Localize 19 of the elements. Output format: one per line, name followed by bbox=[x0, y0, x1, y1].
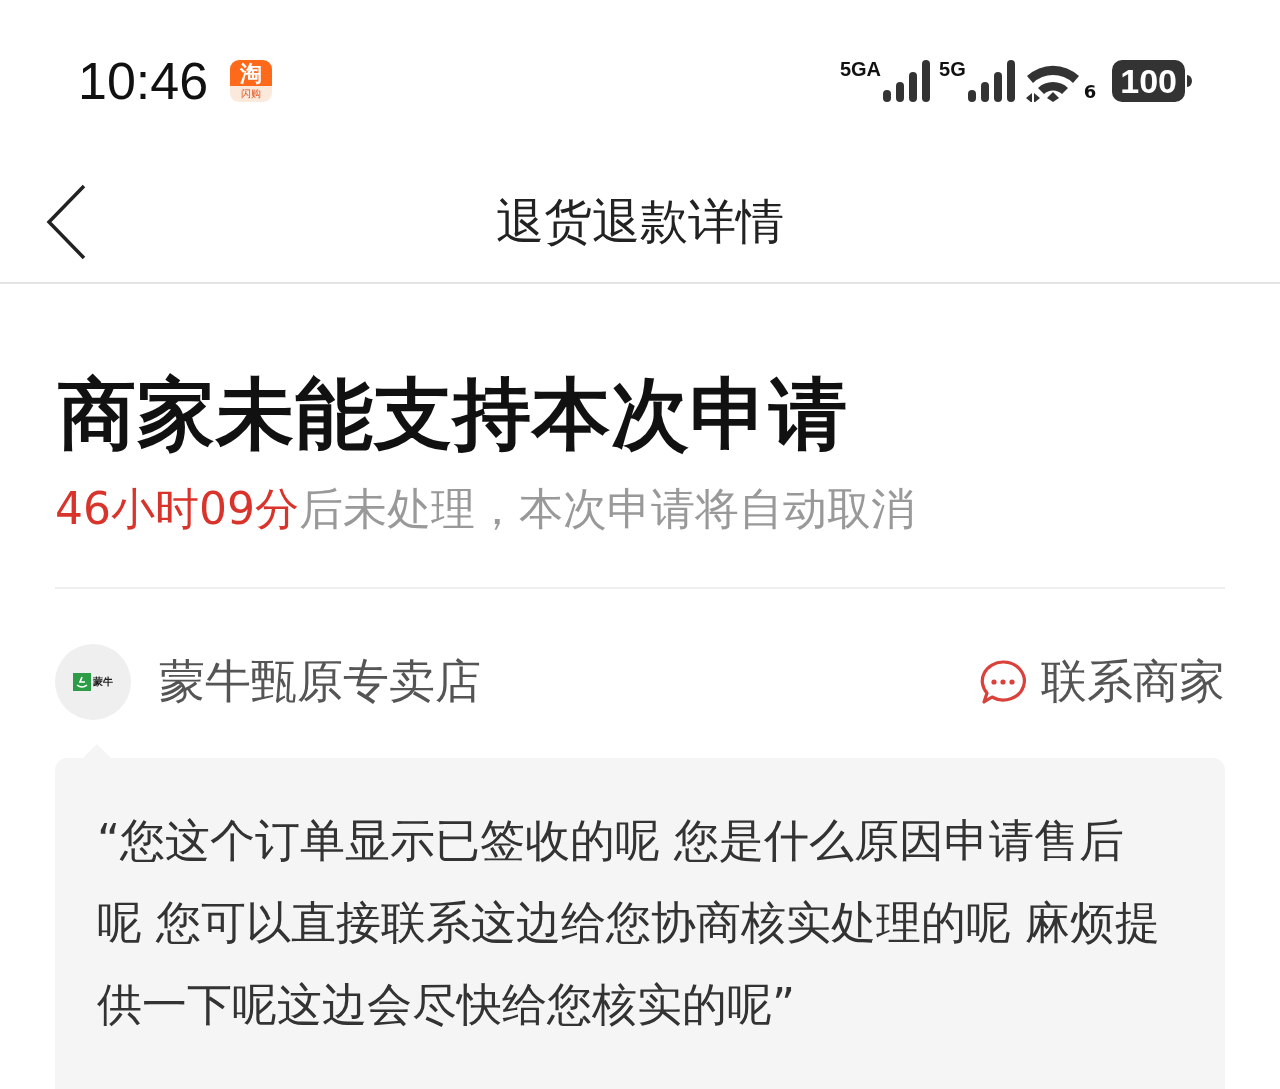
wifi-version-label: 6 bbox=[1083, 81, 1097, 102]
network-label: 5G bbox=[939, 58, 966, 81]
status-message: 后未处理，本次申请将自动取消 bbox=[299, 482, 915, 534]
store-name[interactable]: 蒙牛甄原专卖店 bbox=[159, 651, 481, 713]
signal-icon bbox=[967, 60, 1016, 102]
signal-icon bbox=[883, 60, 932, 102]
countdown-time: 46小时09分 bbox=[55, 482, 299, 534]
app-notification-icon: 淘 闪购 bbox=[230, 60, 273, 102]
battery-indicator: 100 bbox=[1112, 60, 1185, 102]
merchant-message: “您这个订单显示已签收的呢 您是什么原因申请售后呢 您可以直接联系这边给您协商核实处理的呢 麻烦提供一下呢这边会尽快给您核实的呢” bbox=[97, 814, 1162, 1032]
status-title: 商家未能支持本次申请 bbox=[58, 372, 849, 458]
battery-tip-icon bbox=[1187, 75, 1192, 87]
page-title: 退货退款详情 bbox=[496, 192, 784, 251]
contact-merchant-button[interactable]: 联系商家 bbox=[979, 651, 1225, 713]
chat-bubble-icon bbox=[979, 659, 1027, 705]
network-label: 5GA bbox=[839, 58, 882, 81]
clock-time: 10:46 bbox=[78, 51, 209, 111]
store-logo: 蒙牛 bbox=[55, 644, 131, 720]
back-button[interactable] bbox=[44, 184, 88, 262]
